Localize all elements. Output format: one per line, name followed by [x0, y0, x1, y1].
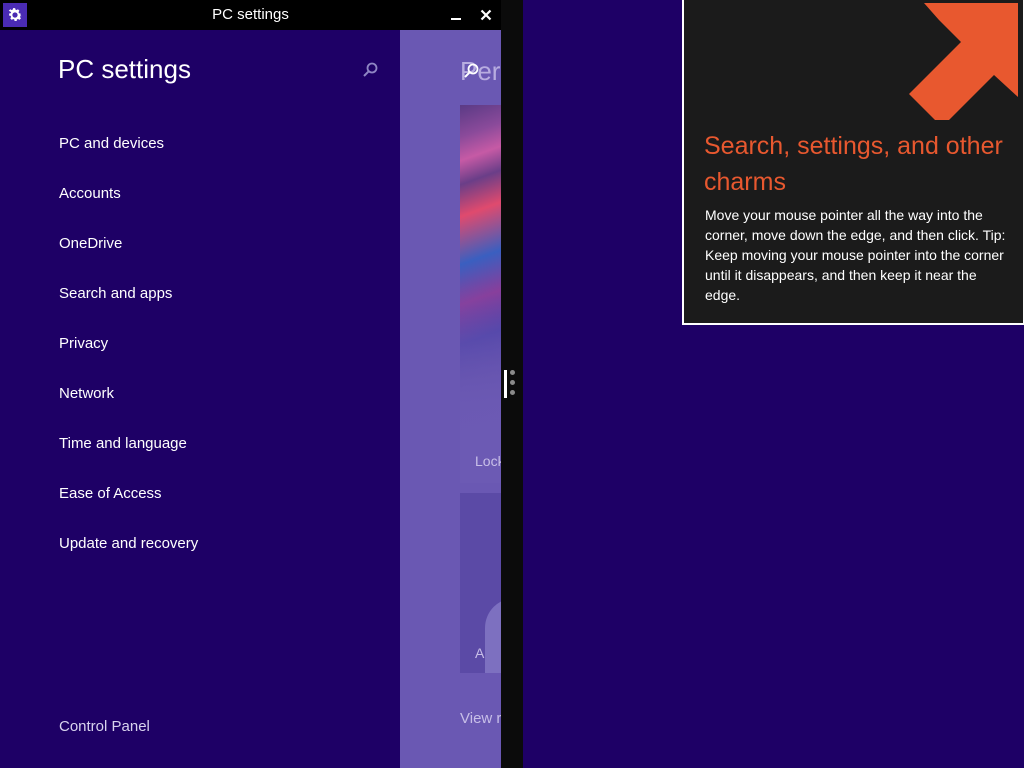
nav-item-network[interactable]: Network	[59, 384, 198, 434]
nav-item-onedrive[interactable]: OneDrive	[59, 234, 198, 284]
charms-tip-popup: Search, settings, and other charms Move …	[682, 0, 1024, 325]
content-search-button[interactable]	[461, 61, 483, 83]
nav-item-update-and-recovery[interactable]: Update and recovery	[59, 534, 198, 584]
content-pane: Pers Lock A View r	[400, 30, 501, 768]
search-icon	[464, 63, 479, 78]
nav-item-accounts[interactable]: Accounts	[59, 184, 198, 234]
view-recent-link[interactable]: View r	[460, 710, 501, 727]
nav-item-search-and-apps[interactable]: Search and apps	[59, 284, 198, 334]
minimize-icon	[451, 18, 461, 20]
nav-item-privacy[interactable]: Privacy	[59, 334, 198, 384]
search-icon	[363, 62, 378, 77]
splitter-handle[interactable]	[504, 370, 507, 398]
lock-screen-tile[interactable]	[460, 105, 501, 483]
account-picture-tile-label: A	[475, 645, 485, 661]
nav-item-time-and-language[interactable]: Time and language	[59, 434, 198, 484]
nav-item-pc-and-devices[interactable]: PC and devices	[59, 134, 198, 184]
close-icon	[480, 9, 492, 21]
pc-settings-window: PC settings PC settings PC and devices A…	[0, 0, 501, 768]
arrow-up-right-icon	[909, 3, 1018, 120]
nav-list: PC and devices Accounts OneDrive Search …	[59, 134, 198, 584]
title-bar[interactable]: PC settings	[0, 0, 501, 30]
tip-title: Search, settings, and other charms	[704, 132, 1003, 196]
navigation-pane: PC settings PC and devices Accounts OneD…	[0, 30, 400, 768]
nav-item-ease-of-access[interactable]: Ease of Access	[59, 484, 198, 534]
window-title: PC settings	[212, 6, 289, 23]
minimize-button[interactable]	[443, 3, 469, 27]
snap-splitter[interactable]	[501, 0, 523, 768]
search-button[interactable]	[360, 60, 382, 82]
page-title: PC settings	[58, 54, 191, 84]
control-panel-link[interactable]: Control Panel	[59, 718, 150, 735]
close-button[interactable]	[473, 3, 499, 27]
tip-body: Move your mouse pointer all the way into…	[705, 207, 1006, 303]
grip-dots-icon	[510, 370, 516, 400]
lock-screen-tile-label: Lock	[475, 453, 501, 469]
avatar	[485, 598, 501, 673]
